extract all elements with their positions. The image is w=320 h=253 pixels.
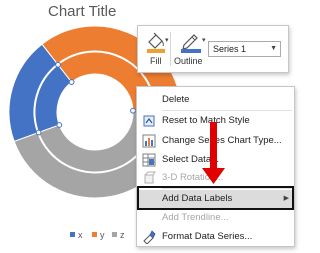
select-data-icon (142, 153, 156, 167)
menu-item-format-data-series[interactable]: Format Data Series... (137, 228, 294, 246)
series-select-value: Series 1 (213, 44, 247, 54)
outline-button[interactable]: ▾ Outline (174, 26, 208, 72)
legend-label-y: y (100, 230, 105, 240)
submenu-arrow-icon: ▶ (283, 195, 289, 202)
chart-legend[interactable]: x y z (0, 230, 150, 244)
fill-dropdown-icon[interactable]: ▾ (165, 36, 169, 44)
legend-swatch-x (70, 232, 75, 237)
format-series-icon (143, 230, 156, 244)
fill-button[interactable]: ▾ Fill (142, 26, 170, 72)
format-mini-toolbar: ▾ Fill ▾ Outline Series 1 ▼ (137, 25, 289, 73)
context-menu: Delete Reset to Match Style Change Serie… (136, 86, 295, 247)
legend-swatch-y (92, 232, 97, 237)
chevron-down-icon[interactable]: ▼ (270, 45, 277, 52)
menu-item-label: Delete (162, 94, 190, 105)
selection-handle-2-0[interactable] (130, 107, 136, 114)
reset-icon (143, 115, 155, 127)
chart-title[interactable]: Chart Title (48, 3, 116, 20)
menu-item-label: Add Trendline... (162, 212, 229, 223)
outline-dropdown-icon[interactable]: ▾ (202, 36, 206, 44)
screenshot-stage: Chart Title x y z ▾ Fill ▾ Outline Serie… (0, 0, 300, 253)
fill-label: Fill (150, 56, 162, 66)
menu-separator (162, 188, 292, 189)
menu-item-add-data-labels[interactable]: Add Data Labels ▶ (137, 190, 294, 208)
menu-separator (162, 110, 292, 111)
legend-swatch-z (112, 232, 117, 237)
menu-item-change-series-chart-type[interactable]: Change Series Chart Type... (137, 132, 294, 150)
legend-item-x[interactable]: x (70, 230, 83, 240)
menu-item-reset-to-match-style[interactable]: Reset to Match Style (137, 112, 294, 130)
legend-label-x: x (78, 230, 83, 240)
legend-label-z: z (120, 230, 125, 240)
selection-handle-1-1[interactable] (55, 61, 61, 68)
chart-type-icon (142, 134, 156, 148)
selection-handle-0-1[interactable] (35, 129, 42, 136)
menu-item-label: Reset to Match Style (162, 115, 250, 126)
menu-item-label: Select Data... (162, 154, 220, 165)
menu-item-label: 3-D Rotation... (162, 172, 224, 183)
3d-rotation-icon (144, 171, 156, 184)
selection-handle-0-0[interactable] (56, 122, 63, 128)
menu-item-label: Format Data Series... (162, 231, 253, 242)
toolbar-divider (170, 32, 171, 66)
legend-item-y[interactable]: y (92, 230, 105, 240)
menu-item-3d-rotation[interactable]: 3-D Rotation... (137, 169, 294, 187)
menu-item-select-data[interactable]: Select Data... (137, 151, 294, 169)
paint-bucket-icon (147, 32, 165, 53)
legend-item-z[interactable]: z (112, 230, 125, 240)
outline-label: Outline (174, 56, 203, 66)
selection-handle-1-0[interactable] (68, 79, 75, 85)
pen-outline-icon (181, 34, 201, 53)
series-select[interactable]: Series 1 ▼ (208, 41, 281, 57)
menu-item-label: Add Data Labels (162, 193, 233, 204)
menu-item-label: Change Series Chart Type... (162, 135, 282, 146)
menu-item-delete[interactable]: Delete (137, 91, 294, 109)
menu-item-add-trendline[interactable]: Add Trendline... (137, 209, 294, 227)
